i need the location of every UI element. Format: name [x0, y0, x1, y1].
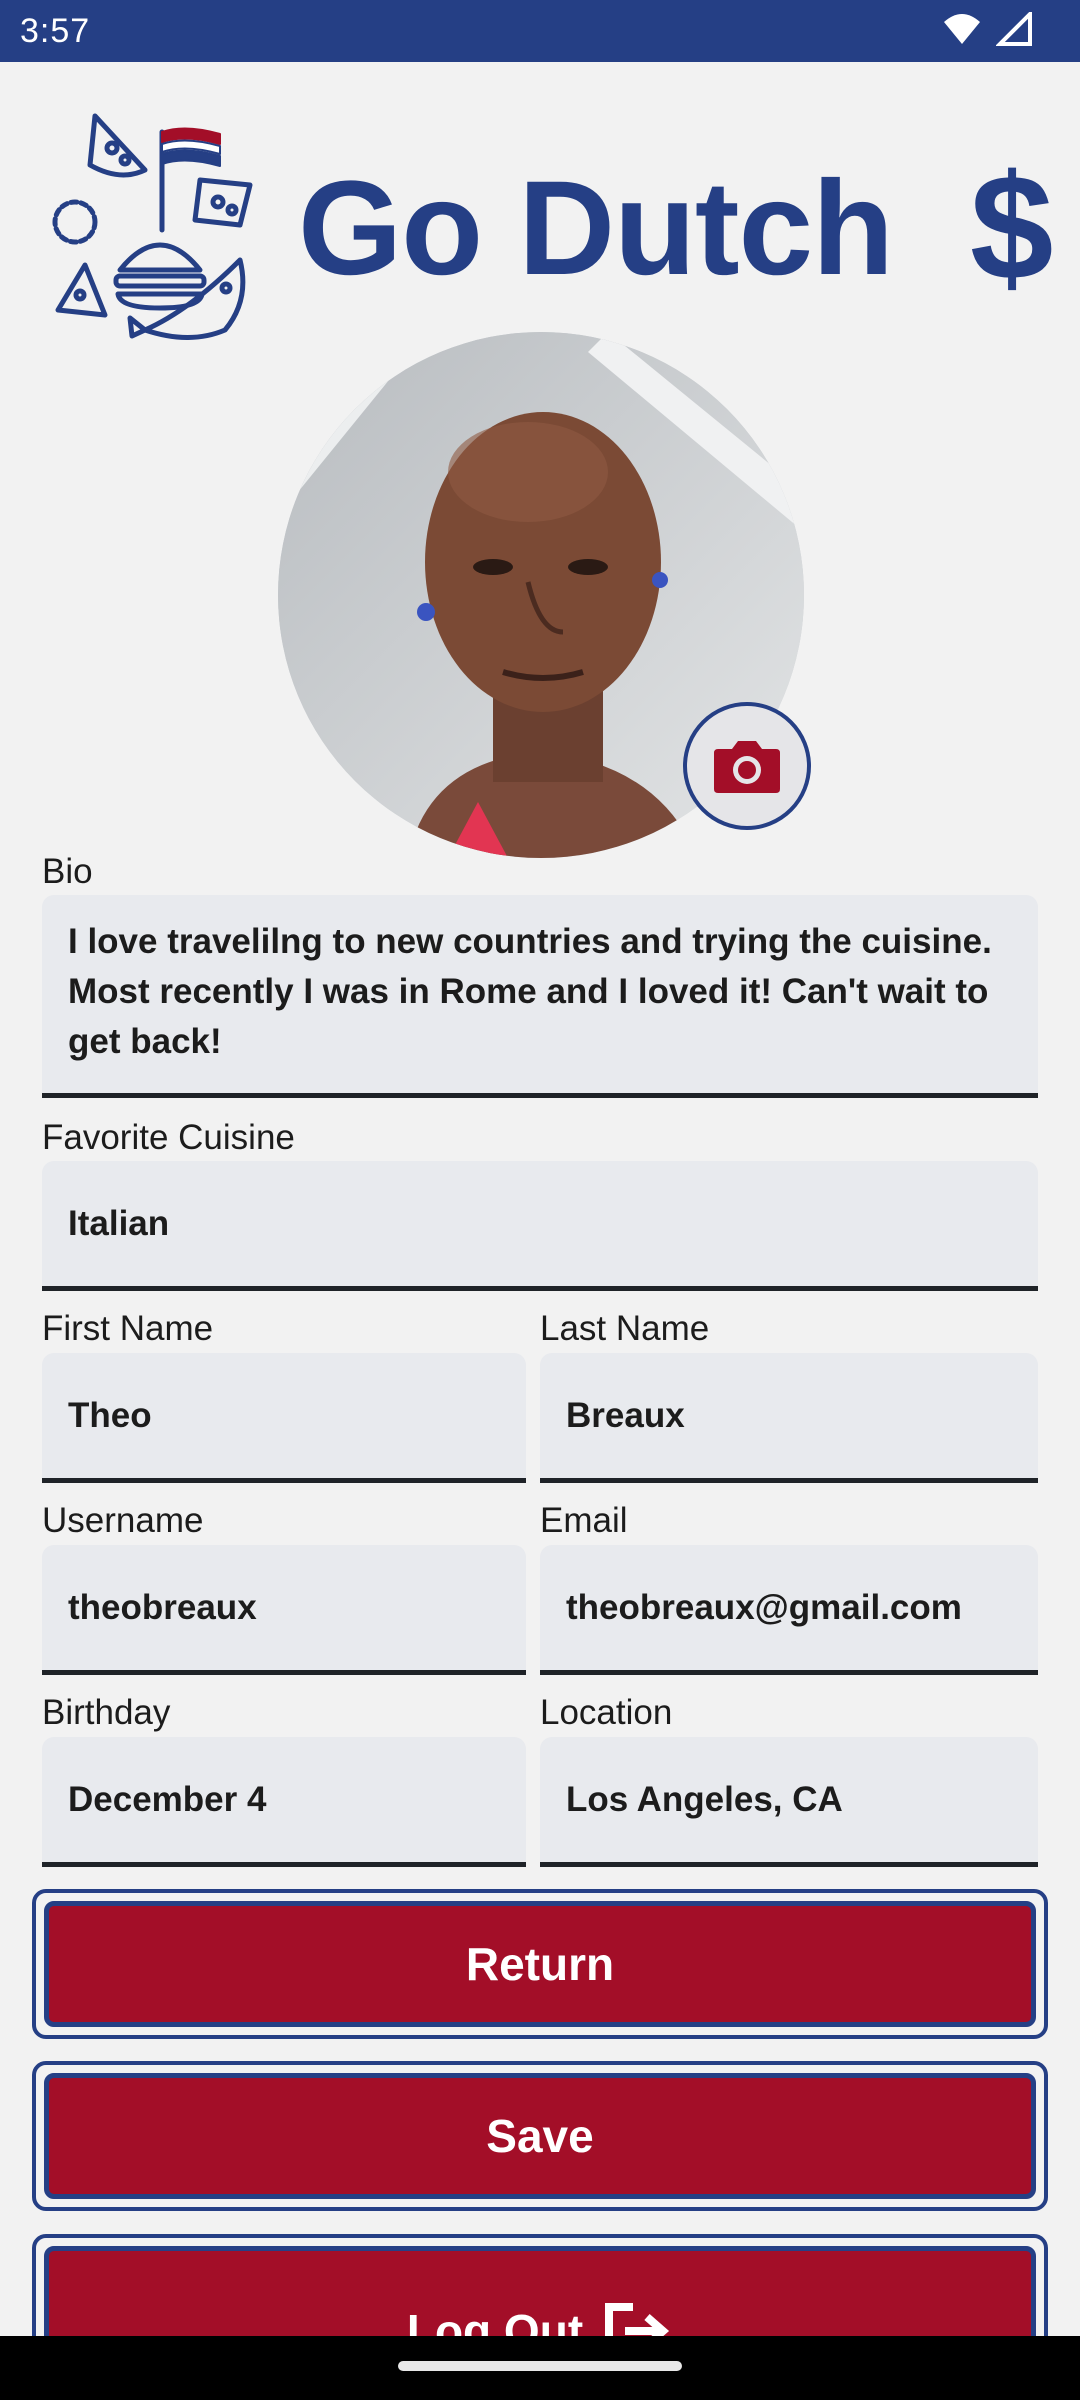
- username-value: theobreaux: [68, 1587, 257, 1627]
- currency-symbol: $: [970, 143, 1054, 311]
- save-button[interactable]: Save: [44, 2073, 1036, 2199]
- return-button-label: Return: [465, 1938, 615, 1990]
- favorite-cuisine-value: Italian: [68, 1203, 170, 1243]
- first-name-label: First Name: [42, 1309, 214, 1348]
- first-name-field[interactable]: Theo: [42, 1353, 526, 1483]
- food-logo-icon: [52, 113, 253, 340]
- email-value: theobreaux@gmail.com: [566, 1587, 962, 1627]
- wifi-icon: [944, 14, 980, 44]
- app-header: Go Dutch $: [50, 110, 1054, 340]
- app-title: Go Dutch: [298, 154, 894, 303]
- location-field[interactable]: Los Angeles, CA: [540, 1737, 1038, 1867]
- location-label: Location: [540, 1693, 673, 1732]
- username-label: Username: [42, 1501, 204, 1540]
- email-field[interactable]: theobreaux@gmail.com: [540, 1545, 1038, 1675]
- bio-value: I love travelilng to new countries and t…: [68, 922, 992, 1061]
- last-name-value: Breaux: [566, 1395, 685, 1435]
- cellular-signal-icon: [996, 12, 1032, 46]
- birthday-field[interactable]: December 4: [42, 1737, 526, 1867]
- save-button-label: Save: [486, 2110, 594, 2162]
- change-photo-button[interactable]: [683, 702, 811, 830]
- first-name-value: Theo: [68, 1395, 152, 1435]
- status-icons: [942, 12, 1032, 46]
- last-name-field[interactable]: Breaux: [540, 1353, 1038, 1483]
- birthday-value: December 4: [68, 1779, 267, 1819]
- favorite-cuisine-field[interactable]: Italian: [42, 1161, 1038, 1291]
- return-button-frame: Return: [32, 1889, 1048, 2039]
- favorite-cuisine-label: Favorite Cuisine: [42, 1118, 295, 1157]
- last-name-label: Last Name: [540, 1309, 710, 1348]
- home-indicator[interactable]: [398, 2361, 682, 2371]
- email-label: Email: [540, 1501, 628, 1540]
- bio-field[interactable]: I love travelilng to new countries and t…: [42, 895, 1038, 1098]
- location-value: Los Angeles, CA: [566, 1779, 843, 1819]
- camera-icon: [714, 741, 780, 793]
- status-bar: 3:57: [0, 0, 1080, 62]
- bio-label: Bio: [42, 852, 93, 891]
- username-field[interactable]: theobreaux: [42, 1545, 526, 1675]
- birthday-label: Birthday: [42, 1693, 171, 1732]
- save-button-frame: Save: [32, 2061, 1048, 2211]
- status-time: 3:57: [20, 12, 91, 50]
- return-button[interactable]: Return: [44, 1901, 1036, 2027]
